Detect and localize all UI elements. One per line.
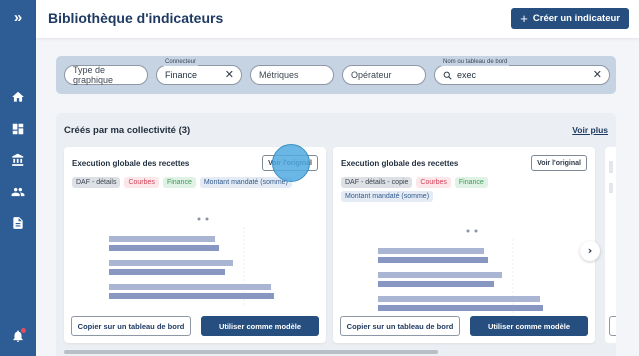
chart-preview — [94, 205, 277, 315]
dashboard-icon[interactable] — [10, 121, 26, 137]
plus-icon: + — [520, 10, 528, 26]
card-tags: DAF - détails Courbes Finance Montant ma… — [72, 177, 312, 188]
chart-preview — [363, 217, 546, 327]
institution-icon[interactable] — [10, 152, 26, 168]
indicator-card: Execution globale des recettes Voir l'or… — [333, 147, 595, 343]
copy-to-dashboard-button[interactable]: Copier sur un tableau de bord — [71, 316, 191, 336]
metrics-placeholder: Métriques — [259, 70, 299, 80]
click-indicator — [272, 144, 310, 182]
chart-bar — [378, 296, 540, 302]
page-title: Bibliothèque d'indicateurs — [48, 10, 224, 26]
chart-bar — [109, 245, 219, 251]
metrics-select[interactable]: Métriques — [250, 65, 334, 85]
tag-dashboard: DAF - détails - copie — [341, 177, 413, 188]
document-icon[interactable] — [10, 215, 26, 231]
chart-bar — [109, 284, 271, 290]
collectivity-section: Créés par ma collectivité (3) Voir plus … — [56, 113, 616, 356]
chart-bar — [109, 236, 215, 242]
tag-metric: Montant mandaté (somme) — [199, 177, 292, 188]
connector-label: Connecteur — [163, 59, 199, 66]
chart-bar — [378, 272, 502, 278]
chart-bar — [378, 305, 546, 311]
operator-select[interactable]: Opérateur — [342, 65, 426, 85]
chart-bar — [378, 257, 488, 263]
home-icon[interactable] — [10, 89, 26, 105]
dashboard-search-input[interactable]: Nom ou tableau de bord exec ✕ — [434, 59, 610, 85]
clear-search-icon[interactable]: ✕ — [593, 69, 602, 81]
legend-dot — [466, 229, 470, 233]
tag-chart-type: Courbes — [416, 177, 451, 188]
notification-bell-icon[interactable] — [10, 328, 26, 344]
search-icon — [443, 71, 452, 80]
tag-connector: Finance — [454, 177, 488, 188]
tag-dashboard: DAF - détails — [72, 177, 121, 188]
chart-bar — [378, 248, 484, 254]
use-as-model-button[interactable]: Utiliser comme modèle — [201, 316, 319, 336]
copy-to-dashboard-button[interactable]: Copier sur un tableau de bord — [340, 316, 460, 336]
card-title: Execution globale des recettes — [72, 159, 190, 168]
operator-placeholder: Opérateur — [351, 70, 392, 80]
view-original-button[interactable]: Voir l'original — [531, 155, 587, 171]
users-icon[interactable] — [10, 184, 26, 200]
horizontal-scrollbar[interactable] — [64, 350, 438, 354]
chart-type-select[interactable]: Type de graphique — [64, 65, 148, 85]
tag-connector: Finance — [162, 177, 196, 188]
chart-type-placeholder: Type de graphique — [73, 65, 114, 85]
legend-dot — [205, 217, 209, 221]
chart-preview-svg — [378, 229, 546, 317]
chart-bar — [109, 293, 277, 299]
chart-bar — [378, 281, 494, 287]
section-title: Créés par ma collectivité (3) — [64, 125, 191, 136]
page-header: Bibliothèque d'indicateurs + Créer un in… — [36, 0, 639, 38]
use-as-model-button[interactable]: Utiliser comme modèle — [470, 316, 588, 336]
sidebar: » — [0, 0, 36, 356]
notification-dot — [21, 328, 26, 333]
dashboard-search-value: exec — [457, 70, 477, 80]
legend-dot — [474, 229, 478, 233]
tag-metric: Montant mandaté (somme) — [341, 191, 434, 202]
dashboard-search-label: Nom ou tableau de bord — [441, 59, 510, 66]
chart-bar — [109, 260, 233, 266]
carousel-next-button[interactable]: › — [580, 241, 600, 261]
create-indicator-button[interactable]: + Créer un indicateur — [511, 8, 629, 29]
see-more-link[interactable]: Voir plus — [572, 125, 608, 135]
create-indicator-label: Créer un indicateur — [532, 13, 620, 24]
filters-bar: Type de graphique Connecteur Finance ✕ M… — [56, 56, 616, 94]
peek-placeholder — [609, 161, 613, 173]
card-tags: DAF - détails - copie Courbes Finance Mo… — [341, 177, 581, 202]
card-title: Execution globale des recettes — [341, 159, 459, 168]
expand-sidebar-icon[interactable]: » — [10, 10, 26, 26]
indicator-card-peek — [605, 147, 616, 343]
chart-bar — [109, 269, 225, 275]
legend-dot — [197, 217, 201, 221]
chart-preview-svg — [109, 217, 277, 305]
connector-value: Finance — [165, 70, 198, 80]
connector-select[interactable]: Connecteur Finance ✕ — [156, 59, 242, 85]
tag-chart-type: Courbes — [124, 177, 159, 188]
peek-placeholder — [609, 183, 613, 193]
clear-connector-icon[interactable]: ✕ — [225, 69, 234, 81]
peek-button[interactable] — [609, 316, 616, 336]
